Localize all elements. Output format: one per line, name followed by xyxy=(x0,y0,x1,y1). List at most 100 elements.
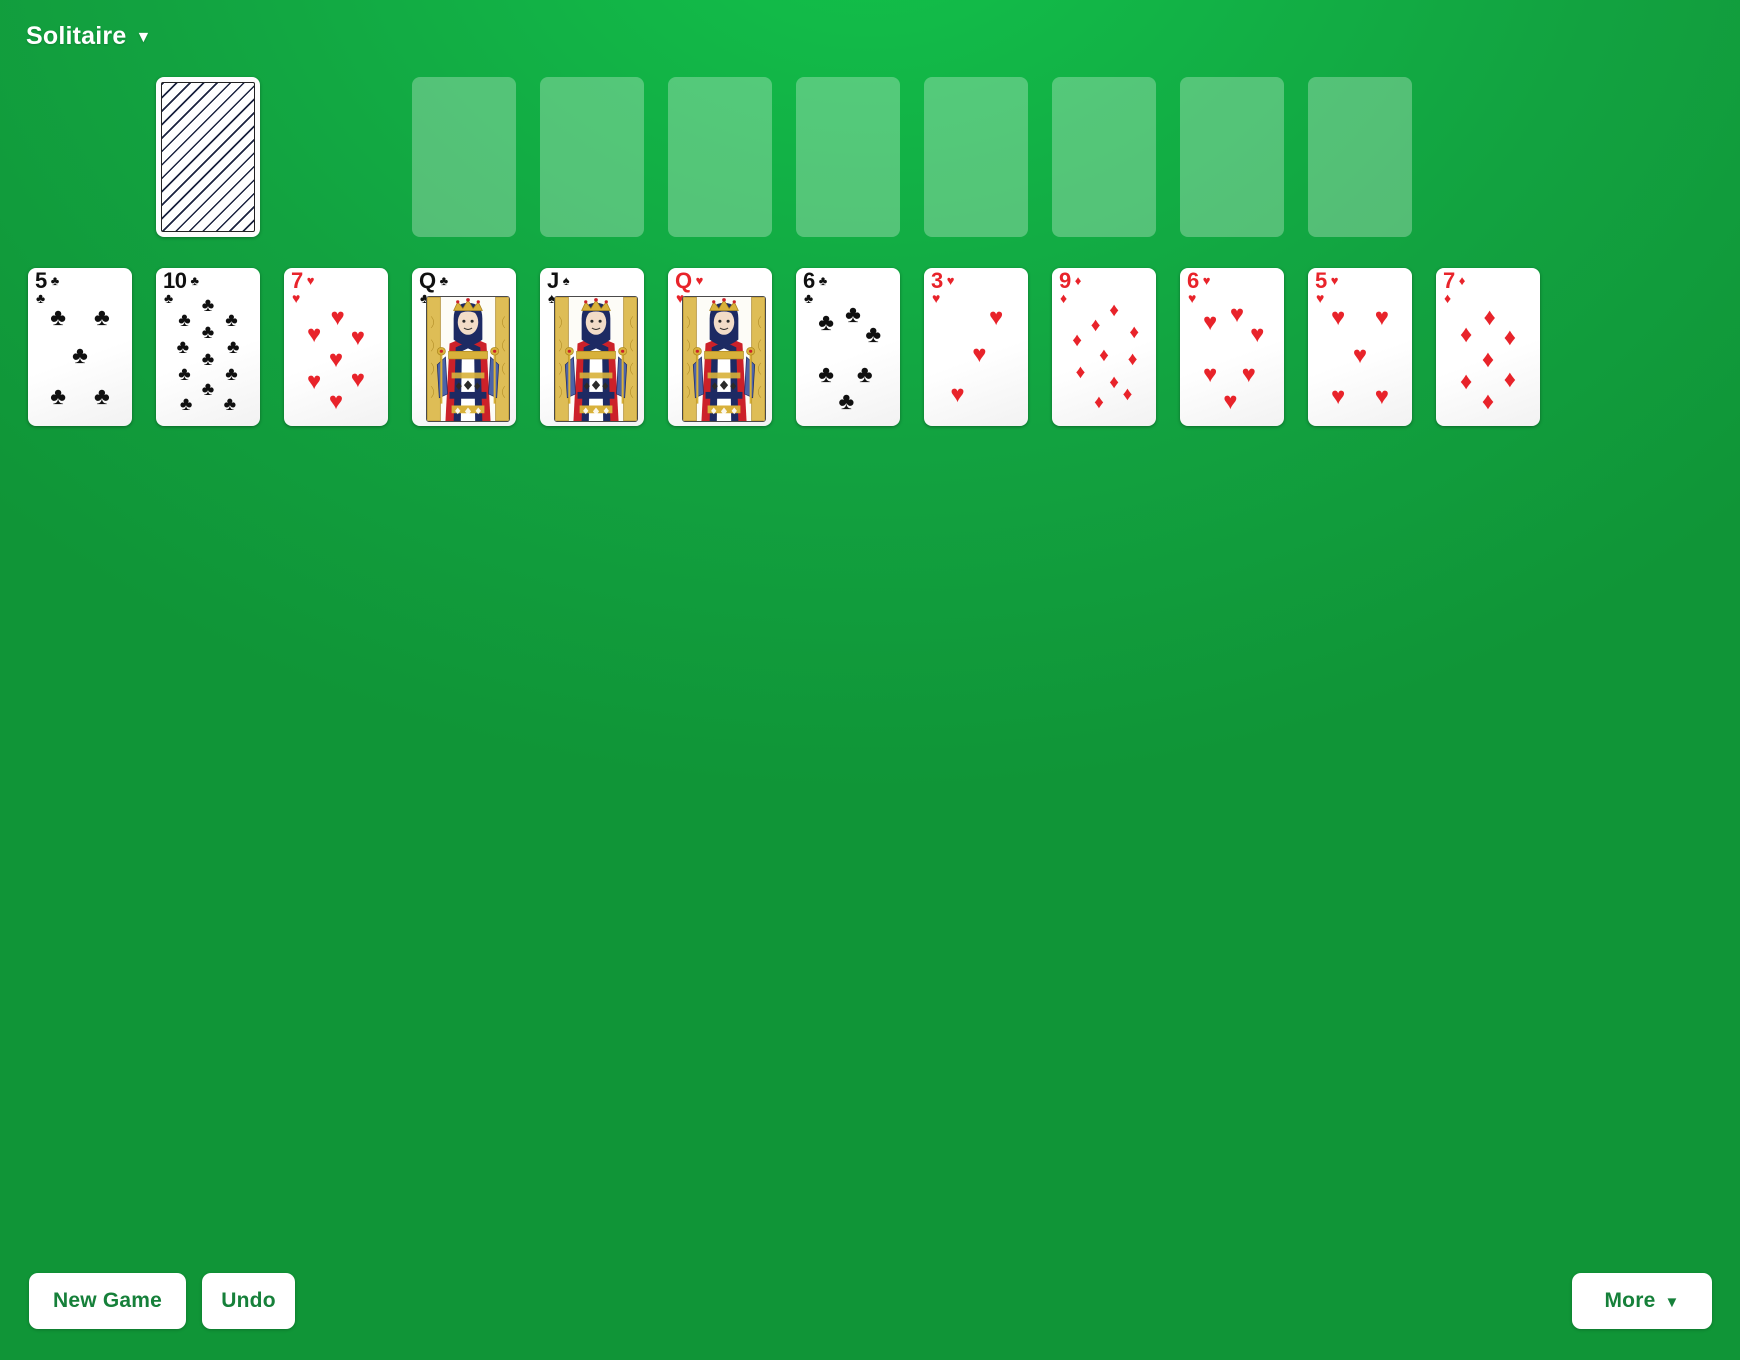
new-game-label: New Game xyxy=(53,1289,162,1312)
card-pip-hearts: ♥ xyxy=(950,380,965,408)
more-button[interactable]: More ▼ xyxy=(1572,1273,1712,1329)
card-pip-layout: ♥ ♥ ♥ xyxy=(934,298,1018,422)
card-pip-hearts: ♥ xyxy=(1229,301,1245,329)
game-title-menu[interactable]: Solitaire ▼ xyxy=(26,22,152,51)
stock-pile[interactable] xyxy=(156,77,260,237)
card-back[interactable] xyxy=(156,77,260,237)
card-suit-icon: ♥ xyxy=(695,273,704,288)
card-pip-diamonds: ♦ xyxy=(1481,346,1495,373)
card-rank: 9 xyxy=(1059,268,1071,293)
card-back-pattern xyxy=(161,82,255,232)
card-pip-layout: ♣ ♣ ♣ ♣ ♣ ♣ ♣ ♣ ♣ ♣ ♣ ♣ xyxy=(166,294,250,422)
card-suit-icon: ♥ xyxy=(306,273,315,288)
chevron-down-icon: ▼ xyxy=(135,28,152,46)
foundation-slot-4[interactable] xyxy=(796,77,900,237)
foundation-slot-8[interactable] xyxy=(1308,77,1412,237)
card-pip-hearts: ♥ xyxy=(1250,321,1265,349)
card-pip-clubs: ♣ xyxy=(50,383,67,411)
card-rank: J xyxy=(547,268,559,293)
card-suit-icon: ♣ xyxy=(439,273,449,288)
card-pip-diamonds: ♦ xyxy=(1460,368,1473,396)
foundation-slot-3[interactable] xyxy=(668,77,772,237)
tableau-card-2[interactable]: 10 ♣ ♣ ♣ ♣ ♣ ♣ ♣ ♣ ♣ ♣ ♣ ♣ ♣ ♣ xyxy=(156,268,260,426)
undo-label: Undo xyxy=(221,1289,276,1312)
card-rank: 3 xyxy=(931,268,943,293)
tableau-card-5[interactable]: J ♠ ♠ xyxy=(540,268,644,426)
card-pip-clubs: ♣ xyxy=(50,303,67,331)
card-rank: 10 xyxy=(163,268,187,293)
card-suit-icon: ♦ xyxy=(1458,273,1466,288)
card-pip-hearts: ♥ xyxy=(989,303,1004,331)
tableau-row: 5 ♣ ♣ ♣ ♣ ♣ ♣ ♣ 10 ♣ ♣ ♣ ♣ ♣ ♣ ♣ ♣ ♣ ♣ ♣ ♣ ♣ ♣ 7 ♥ ♥ ♥ ♥ ♥ ♥ ♥ ♥ ♥ Q ♣ ♣ xyxy=(28,268,1712,430)
card-pip-hearts: ♥ xyxy=(1223,388,1238,416)
foundation-slot-2[interactable] xyxy=(540,77,644,237)
card-pip-diamonds: ♦ xyxy=(1122,384,1133,406)
card-pip-hearts: ♥ xyxy=(1374,303,1389,331)
card-pip-hearts: ♥ xyxy=(972,341,987,369)
game-title-label: Solitaire xyxy=(26,22,127,50)
tableau-card-10[interactable]: 6 ♥ ♥ ♥ ♥ ♥ ♥ ♥ ♥ xyxy=(1180,268,1284,426)
card-rank: 5 xyxy=(35,268,47,293)
tableau-card-12[interactable]: 7 ♦ ♦ ♦ ♦ ♦ ♦ ♦ ♦ ♦ xyxy=(1436,268,1540,426)
card-rank: 7 xyxy=(291,268,303,293)
tableau-card-11[interactable]: 5 ♥ ♥ ♥ ♥ ♥ ♥ ♥ xyxy=(1308,268,1412,426)
card-pip-hearts: ♥ xyxy=(350,365,365,393)
card-pip-hearts: ♥ xyxy=(1203,308,1218,336)
card-pip-clubs: ♣ xyxy=(838,388,855,416)
new-game-button[interactable]: New Game xyxy=(29,1273,186,1329)
card-pip-layout: ♦ ♦ ♦ ♦ ♦ ♦ ♦ ♦ ♦ ♦ xyxy=(1062,298,1146,422)
card-pip-clubs: ♣ xyxy=(93,303,110,331)
court-card-illustration xyxy=(426,296,510,422)
tableau-card-4[interactable]: Q ♣ ♣ xyxy=(412,268,516,426)
court-card-illustration xyxy=(554,296,638,422)
card-pip-clubs: ♣ xyxy=(201,379,215,401)
card-pip-hearts: ♥ xyxy=(307,321,322,349)
card-suit-icon: ♠ xyxy=(562,273,570,288)
tableau-card-9[interactable]: 9 ♦ ♦ ♦ ♦ ♦ ♦ ♦ ♦ ♦ ♦ ♦ ♦ xyxy=(1052,268,1156,426)
card-pip-layout: ♣ ♣ ♣ ♣ ♣ ♣ xyxy=(806,298,890,422)
card-pip-diamonds: ♦ xyxy=(1109,371,1119,393)
card-suit-icon: ♥ xyxy=(1330,273,1339,288)
card-pip-layout: ♥ ♥ ♥ ♥ ♥ ♥ xyxy=(1190,298,1274,422)
card-pip-hearts: ♥ xyxy=(1374,383,1389,411)
foundation-slot-6[interactable] xyxy=(1052,77,1156,237)
card-pip-clubs: ♣ xyxy=(201,294,215,316)
card-pip-diamonds: ♦ xyxy=(1129,322,1140,344)
card-pip-layout: ♥ ♥ ♥ ♥ ♥ xyxy=(1318,298,1402,422)
card-pip-diamonds: ♦ xyxy=(1075,361,1086,383)
foundation-slot-5[interactable] xyxy=(924,77,1028,237)
card-pip-clubs: ♣ xyxy=(179,394,193,416)
tableau-card-7[interactable]: 6 ♣ ♣ ♣ ♣ ♣ ♣ ♣ ♣ xyxy=(796,268,900,426)
card-pip-clubs: ♣ xyxy=(72,342,88,370)
card-rank: 5 xyxy=(1315,268,1327,293)
tableau-card-1[interactable]: 5 ♣ ♣ ♣ ♣ ♣ ♣ ♣ xyxy=(28,268,132,426)
card-rank: 6 xyxy=(1187,268,1199,293)
card-pip-diamonds: ♦ xyxy=(1483,303,1496,331)
card-pip-clubs: ♣ xyxy=(178,309,191,331)
card-pip-clubs: ♣ xyxy=(178,364,191,386)
undo-button[interactable]: Undo xyxy=(202,1273,295,1329)
card-suit-icon: ♥ xyxy=(1202,273,1211,288)
foundation-slot-1[interactable] xyxy=(412,77,516,237)
card-suit-icon: ♣ xyxy=(50,273,60,288)
card-pip-diamonds: ♦ xyxy=(1109,299,1119,321)
foundation-slot-7[interactable] xyxy=(1180,77,1284,237)
card-pip-hearts: ♥ xyxy=(328,346,344,373)
card-pip-diamonds: ♦ xyxy=(1099,344,1109,366)
card-pip-diamonds: ♦ xyxy=(1503,365,1516,393)
card-pip-layout: ♥ ♥ ♥ ♥ ♥ ♥ ♥ xyxy=(294,298,378,422)
tableau-card-3[interactable]: 7 ♥ ♥ ♥ ♥ ♥ ♥ ♥ ♥ ♥ xyxy=(284,268,388,426)
card-pip-clubs: ♣ xyxy=(865,321,882,349)
tableau-card-8[interactable]: 3 ♥ ♥ ♥ ♥ ♥ xyxy=(924,268,1028,426)
card-pip-diamonds: ♦ xyxy=(1094,391,1104,413)
card-pip-hearts: ♥ xyxy=(1331,383,1346,411)
card-suit-icon: ♣ xyxy=(818,273,828,288)
card-pip-clubs: ♣ xyxy=(225,364,238,386)
tableau-card-6[interactable]: Q ♥ ♥ xyxy=(668,268,772,426)
card-rank: 6 xyxy=(803,268,815,293)
card-pip-clubs: ♣ xyxy=(201,322,215,344)
card-pip-clubs: ♣ xyxy=(225,309,238,331)
card-pip-layout: ♣ ♣ ♣ ♣ ♣ xyxy=(38,298,122,422)
card-pip-clubs: ♣ xyxy=(845,301,861,329)
card-pip-clubs: ♣ xyxy=(818,360,835,388)
